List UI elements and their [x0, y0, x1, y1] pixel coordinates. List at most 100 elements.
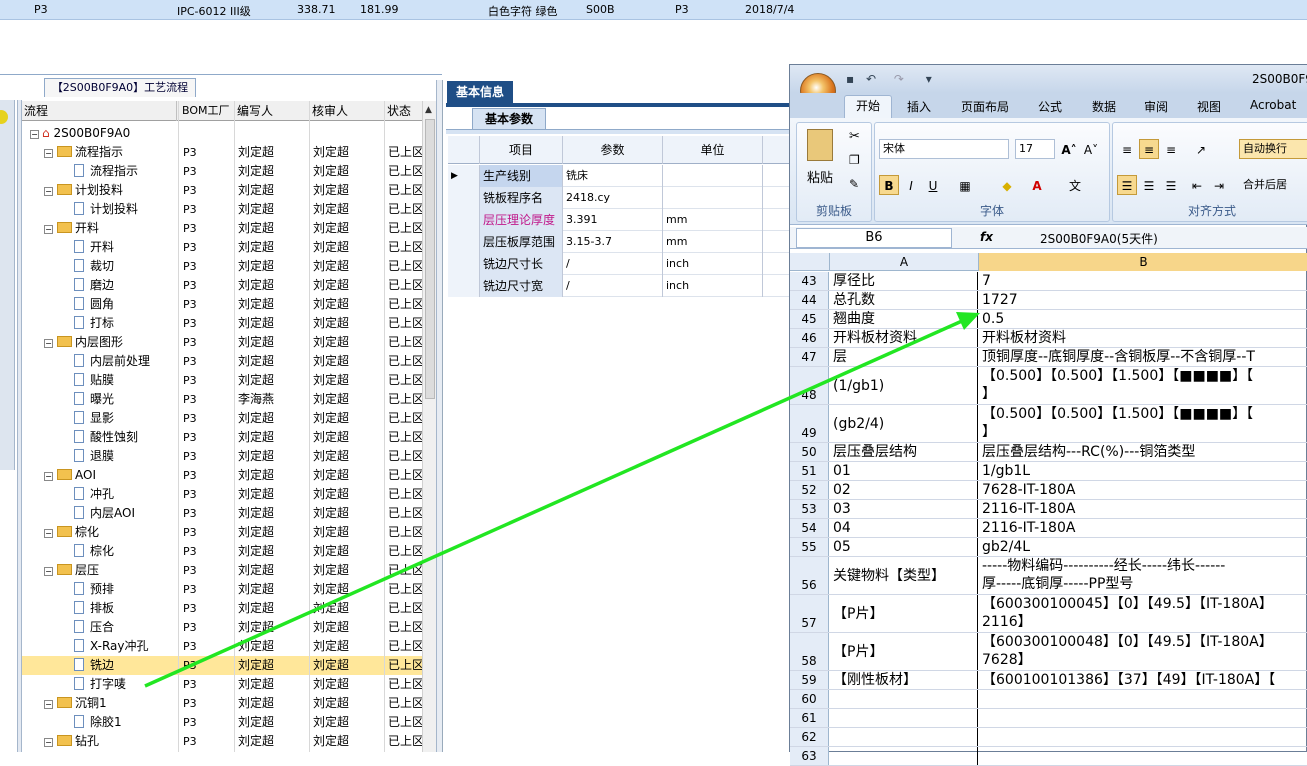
expand-icon[interactable]: − [44, 529, 53, 538]
sheet-row[interactable]: 54 04 2116-IT-180A [790, 519, 1307, 538]
col-header-flow[interactable]: 流程 [22, 101, 177, 121]
qat-dropdown-icon[interactable]: ▾ [926, 72, 932, 86]
process-row[interactable]: − 沉铜1 P3 刘定超 刘定超 已上区 [22, 694, 422, 713]
cell-a[interactable] [830, 747, 978, 765]
sheet-row[interactable]: 52 02 7628-IT-180A [790, 481, 1307, 500]
sheet-row[interactable]: 59 【刚性板材】 【600100101386】【37】【49】【IT-180A】【 [790, 671, 1307, 690]
cell-a[interactable] [830, 728, 978, 746]
expand-icon[interactable]: − [44, 472, 53, 481]
row-header[interactable]: 63 [790, 747, 829, 765]
cell-b[interactable]: 【600300100045】【0】【49.5】【IT-180A】 2116】 [979, 595, 1307, 632]
undo-icon[interactable]: ↶ [866, 72, 876, 86]
cell-a[interactable]: 开料板材资料 [830, 329, 978, 347]
process-row[interactable]: 棕化 P3 刘定超 刘定超 已上区 [22, 542, 422, 561]
process-row[interactable]: 打标 P3 刘定超 刘定超 已上区 [22, 314, 422, 333]
cell-a[interactable]: 03 [830, 500, 978, 518]
expand-icon[interactable]: − [44, 187, 53, 196]
align-middle-icon[interactable]: ≡ [1139, 139, 1159, 159]
scroll-up-icon[interactable]: ▲ [425, 105, 432, 115]
tab-data[interactable]: 数据 [1092, 98, 1116, 115]
row-header[interactable]: 44 [790, 291, 829, 309]
param-cell-u[interactable]: inch [663, 253, 763, 275]
param-cell-v[interactable]: 3.391 [563, 209, 663, 231]
cell-a[interactable]: 厚径比 [830, 272, 978, 290]
process-row[interactable]: − 钻孔 P3 刘定超 刘定超 已上区 [22, 732, 422, 751]
param-cell-v[interactable]: 3.15-3.7 [563, 231, 663, 253]
sheet-row[interactable]: 62 [790, 728, 1307, 747]
col-header-status[interactable]: 状态 [385, 101, 422, 121]
bold-icon[interactable]: B [879, 175, 899, 195]
col-header-param[interactable]: 参数 [563, 136, 663, 164]
cell-b[interactable]: 开料板材资料 [979, 329, 1307, 347]
param-row[interactable]: 铣边尺寸长 / inch [448, 253, 792, 275]
process-row[interactable]: 压合 P3 刘定超 刘定超 已上区 [22, 618, 422, 637]
col-header-writer[interactable]: 编写人 [235, 101, 310, 121]
cell-b[interactable]: gb2/4L [979, 538, 1307, 556]
param-row[interactable]: 铣边尺寸宽 / inch [448, 275, 792, 297]
row-header[interactable]: 45 [790, 310, 829, 328]
param-cell-v[interactable]: 2418.cy [563, 187, 663, 209]
column-header-a[interactable]: A [830, 253, 979, 271]
process-row[interactable]: 冲孔 P3 刘定超 刘定超 已上区 [22, 485, 422, 504]
process-row[interactable]: − 棕化 P3 刘定超 刘定超 已上区 [22, 523, 422, 542]
cut-icon[interactable]: ✂ [849, 129, 860, 144]
align-right-icon[interactable]: ☰ [1161, 175, 1181, 195]
tab-review[interactable]: 审阅 [1144, 98, 1168, 115]
tab-basic-params[interactable]: 基本参数 [472, 108, 546, 130]
paste-button[interactable]: 粘贴 [807, 167, 833, 186]
process-scrollbar[interactable]: ▲ [422, 101, 436, 752]
process-row[interactable]: 酸性蚀刻 P3 刘定超 刘定超 已上区 [22, 428, 422, 447]
param-cell-v[interactable]: / [563, 253, 663, 275]
sheet-row[interactable]: 63 [790, 747, 1307, 766]
cell-a[interactable]: 【刚性板材】 [830, 671, 978, 689]
tab-basic-info[interactable]: 基本信息 [447, 81, 513, 103]
param-cell-v[interactable]: / [563, 275, 663, 297]
row-header[interactable]: 58 [790, 633, 829, 670]
font-name-select[interactable]: 宋体 [879, 139, 1009, 159]
copy-icon[interactable]: ❐ [849, 153, 860, 167]
tab-home[interactable]: 开始 [844, 95, 892, 118]
process-row[interactable]: − 层压 P3 刘定超 刘定超 已上区 [22, 561, 422, 580]
font-size-select[interactable]: 17 [1015, 139, 1055, 159]
sheet-row[interactable]: 50 层压叠层结构 层压叠层结构---RC(%)---铜箔类型 [790, 443, 1307, 462]
cell-b[interactable]: 2116-IT-180A [979, 500, 1307, 518]
scroll-thumb[interactable] [425, 119, 435, 399]
align-bottom-icon[interactable]: ≡ [1161, 139, 1181, 159]
cell-a[interactable]: 05 [830, 538, 978, 556]
expand-icon[interactable]: − [44, 225, 53, 234]
shrink-font-icon[interactable]: A˅ [1081, 139, 1101, 159]
cell-b[interactable]: 【0.500】【0.500】【1.500】【■■■■】【】 [979, 405, 1307, 442]
sheet-row[interactable]: 55 05 gb2/4L [790, 538, 1307, 557]
tab-insert[interactable]: 插入 [907, 98, 931, 115]
process-row[interactable]: 除胶1 P3 刘定超 刘定超 已上区 [22, 713, 422, 732]
sheet-row[interactable]: 56 关键物料【类型】 -----物料编码----------经长-----纬长--… [790, 557, 1307, 595]
sheet-row[interactable]: 45 翘曲度 0.5 [790, 310, 1307, 329]
expand-icon[interactable]: − [44, 738, 53, 747]
param-cell-u[interactable]: mm [663, 209, 763, 231]
align-top-icon[interactable]: ≡ [1117, 139, 1137, 159]
cell-a[interactable]: 02 [830, 481, 978, 499]
border-icon[interactable]: ▦ [955, 175, 975, 195]
col-header-unit[interactable]: 单位 [663, 136, 763, 164]
cell-b[interactable] [979, 709, 1307, 727]
sheet-row[interactable]: 46 开料板材资料 开料板材资料 [790, 329, 1307, 348]
tab-view[interactable]: 视图 [1197, 98, 1221, 115]
fill-color-icon[interactable]: ◆ [997, 175, 1017, 195]
process-row[interactable]: 退膜 P3 刘定超 刘定超 已上区 [22, 447, 422, 466]
cell-a[interactable]: 【P片】 [830, 633, 978, 670]
tab-formulas[interactable]: 公式 [1038, 98, 1062, 115]
wrap-text-button[interactable]: 自动换行 [1239, 139, 1307, 159]
process-row[interactable]: 流程指示 P3 刘定超 刘定超 已上区 [22, 162, 422, 181]
align-left-icon[interactable]: ☰ [1117, 175, 1137, 195]
row-header[interactable]: 43 [790, 272, 829, 290]
process-row[interactable]: − 计划投料 P3 刘定超 刘定超 已上区 [22, 181, 422, 200]
cell-b[interactable]: 【600300100048】【0】【49.5】【IT-180A】 7628】 [979, 633, 1307, 670]
row-header[interactable]: 62 [790, 728, 829, 746]
sheet-row[interactable]: 60 [790, 690, 1307, 709]
cell-a[interactable]: 翘曲度 [830, 310, 978, 328]
cell-b[interactable] [979, 747, 1307, 765]
cell-a[interactable]: 层压叠层结构 [830, 443, 978, 461]
tab-acrobat[interactable]: Acrobat [1250, 98, 1296, 112]
orientation-icon[interactable]: ↗ [1191, 139, 1211, 159]
cell-b[interactable]: 2116-IT-180A [979, 519, 1307, 537]
